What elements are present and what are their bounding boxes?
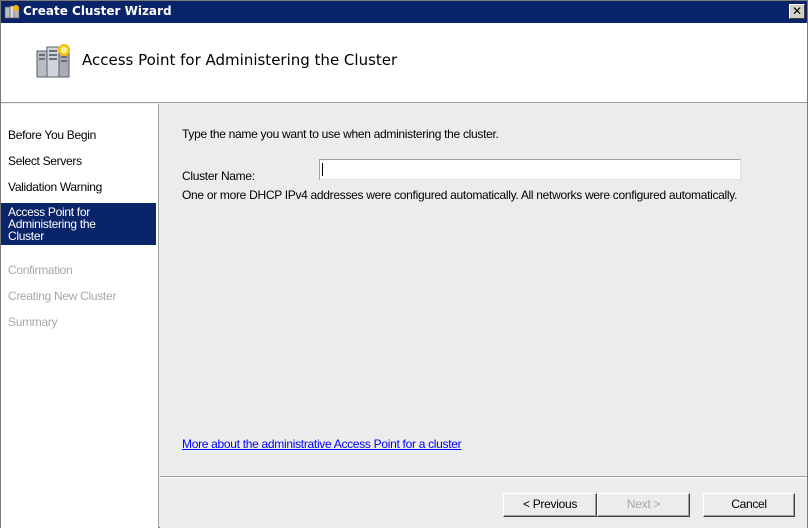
next-button[interactable]: Next >: [597, 493, 690, 517]
step-access-point[interactable]: Access Point for Administering the Clust…: [1, 203, 156, 245]
previous-button[interactable]: < Previous: [503, 493, 597, 517]
step-creating-new-cluster: Creating New Cluster: [8, 289, 117, 303]
close-icon: ✕: [791, 4, 803, 18]
footer-divider: [160, 476, 807, 478]
step-access-point-line3: Cluster: [8, 229, 44, 243]
help-link[interactable]: More about the administrative Access Poi…: [182, 437, 462, 451]
instruction-text: Type the name you want to use when admin…: [182, 127, 499, 141]
wizard-header: Access Point for Administering the Clust…: [1, 23, 807, 103]
wizard-steps-sidebar: Before You Begin Select Servers Validati…: [1, 104, 159, 528]
cluster-app-icon: [4, 5, 20, 19]
title-bar[interactable]: Create Cluster Wizard ✕: [1, 1, 807, 23]
create-cluster-wizard-window: Create Cluster Wizard ✕ Access Point for…: [0, 0, 808, 528]
text-cursor: [322, 163, 323, 176]
cancel-button[interactable]: Cancel: [703, 493, 795, 517]
cluster-servers-icon: [36, 44, 70, 78]
page-title: Access Point for Administering the Clust…: [82, 51, 398, 69]
step-validation-warning[interactable]: Validation Warning: [1, 180, 156, 194]
step-select-servers[interactable]: Select Servers: [1, 154, 156, 168]
step-summary: Summary: [8, 315, 58, 329]
step-confirmation: Confirmation: [8, 263, 73, 277]
close-button[interactable]: ✕: [789, 4, 805, 19]
wizard-content: Type the name you want to use when admin…: [160, 104, 807, 528]
cluster-name-input[interactable]: [319, 159, 741, 180]
dhcp-note: One or more DHCP IPv4 addresses were con…: [182, 188, 738, 202]
step-before-you-begin[interactable]: Before You Begin: [1, 128, 156, 142]
window-title: Create Cluster Wizard: [23, 4, 172, 18]
cluster-name-label: Cluster Name:: [182, 169, 255, 183]
